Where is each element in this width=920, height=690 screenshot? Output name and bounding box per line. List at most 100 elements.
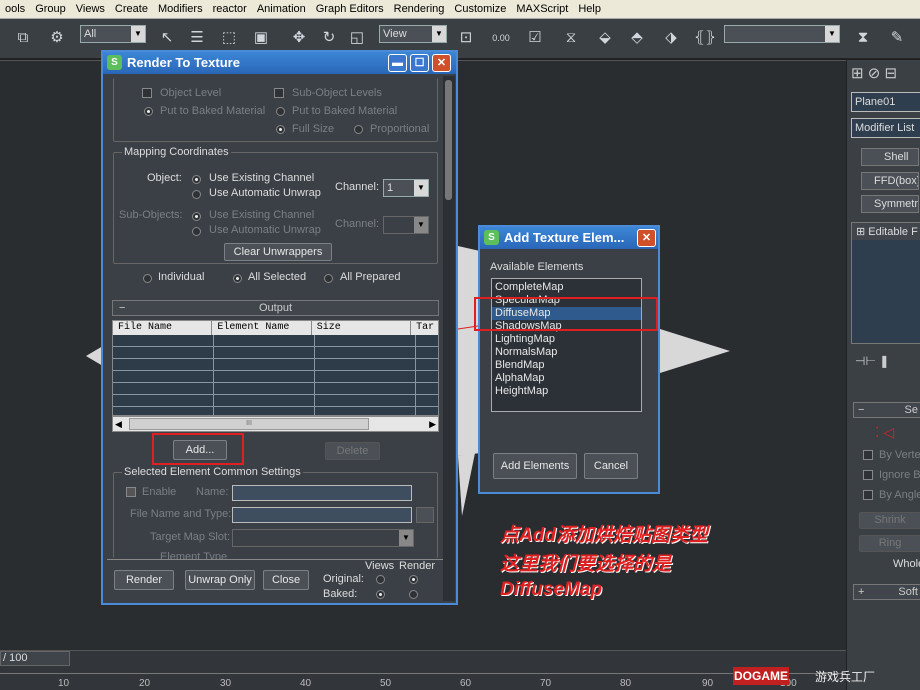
table-hscrollbar[interactable]: ◀ III ▶ [112,416,439,432]
list-item[interactable]: BlendMap [492,359,641,372]
schematic-icon[interactable]: ⦃⦄ [694,27,716,49]
close-button[interactable]: Close [263,570,309,590]
channel-dropdown[interactable]: 1 ▼ [383,179,429,197]
views-baked-radio[interactable] [376,590,385,599]
output-rollout-header[interactable]: − Output [112,300,439,316]
spinner-snap-icon[interactable]: 0.00 [490,27,512,49]
unwrap-only-button[interactable]: Unwrap Only [185,570,255,590]
sub-put-to-baked-radio[interactable] [276,107,285,116]
menu-group[interactable]: Group [30,3,71,15]
enable-checkbox[interactable] [126,487,136,497]
material-editor-icon[interactable]: ⧗ [852,27,874,49]
pin-stack-icon[interactable]: ⊣⊢ ❚ [855,354,889,368]
col-file-name[interactable]: File Name [113,321,213,335]
menu-rendering[interactable]: Rendering [389,3,450,15]
scrollbar-thumb[interactable] [445,80,452,200]
output-table[interactable]: File Name Element Name Size Tar [112,320,439,416]
list-item[interactable]: HeightMap [492,385,641,398]
col-size[interactable]: Size [312,321,412,335]
named-selection-dropdown[interactable]: ▼ [724,25,840,43]
menu-customize[interactable]: Customize [449,3,511,15]
symmetry-modifier-button[interactable]: Symmetry [861,195,919,213]
all-prepared-radio[interactable] [324,274,333,283]
put-to-baked-radio[interactable] [144,107,153,116]
col-element-name[interactable]: Element Name [212,321,312,335]
dialog-title-bar[interactable]: S Render To Texture ▬ ☐ ✕ [103,52,456,74]
all-selected-radio[interactable] [233,274,242,283]
sub-use-automatic-radio[interactable] [192,227,201,236]
delete-element-button[interactable]: Delete [325,442,380,460]
list-item[interactable]: CompleteMap [492,281,641,294]
dialog-scrollbar[interactable] [443,76,455,601]
window-crossing-icon[interactable]: ▣ [250,27,272,49]
menu-maxscript[interactable]: MAXScript [511,3,573,15]
render-original-radio[interactable] [409,575,418,584]
menu-tools[interactable]: ools [0,3,30,15]
sub-object-levels-checkbox[interactable] [274,88,284,98]
close-icon[interactable]: ✕ [637,229,656,247]
by-angle-checkbox[interactable] [863,490,873,500]
vertex-level-icon[interactable]: ⁚ ◁ [875,424,894,441]
ring-button[interactable]: Ring [859,535,920,552]
selection-filter-dropdown[interactable]: All ▼ [80,25,146,43]
shrink-button[interactable]: Shrink [859,512,920,529]
close-icon[interactable]: ✕ [432,54,451,72]
clear-unwrappers-button[interactable]: Clear Unwrappers [224,243,332,261]
object-name-field[interactable]: Plane01 [851,92,920,112]
sub-use-existing-radio[interactable] [192,212,201,221]
pivot-icon[interactable]: ⊡ [455,27,477,49]
file-name-type-input[interactable] [232,507,412,523]
object-level-checkbox[interactable] [142,88,152,98]
use-existing-channel-radio[interactable] [192,175,201,184]
full-size-radio[interactable] [276,125,285,134]
add-dialog-title-bar[interactable]: S Add Texture Elem... ✕ [480,227,658,249]
shell-modifier-button[interactable]: Shell [861,148,919,166]
mirror-icon[interactable]: ⧖ [560,27,582,49]
list-item[interactable]: LightingMap [492,333,641,346]
individual-radio[interactable] [143,274,152,283]
use-automatic-unwrap-radio[interactable] [192,190,201,199]
cancel-button[interactable]: Cancel [584,453,638,479]
move-icon[interactable]: ✥ [288,27,310,49]
list-item[interactable]: NormalsMap [492,346,641,359]
browse-file-button[interactable] [416,507,434,523]
sub-channel-dropdown[interactable]: ▼ [383,216,429,234]
menu-graph-editors[interactable]: Graph Editors [311,3,389,15]
align-icon[interactable]: ⬙ [594,27,616,49]
rect-selection-icon[interactable]: ⬚ [218,27,240,49]
layer-manager-icon[interactable]: ⬘ [626,27,648,49]
edit-named-selection-icon[interactable]: ☑ [524,27,546,49]
rotate-icon[interactable]: ↻ [318,27,340,49]
add-elements-button[interactable]: Add Elements [493,453,577,479]
select-by-name-icon[interactable]: ☰ [186,27,208,49]
ignore-backfacing-checkbox[interactable] [863,470,873,480]
reference-coord-dropdown[interactable]: View ▼ [379,25,447,43]
stack-item-editable[interactable]: ⊞ Editable F [852,223,920,240]
scroll-left-icon[interactable]: ◀ [115,417,122,431]
menu-help[interactable]: Help [573,3,606,15]
menu-create[interactable]: Create [110,3,153,15]
scale-icon[interactable]: ◱ [346,27,368,49]
proportional-radio[interactable] [354,125,363,134]
menu-views[interactable]: Views [71,3,110,15]
ffd-box-modifier-button[interactable]: FFD(box) [861,172,919,190]
create-tab-icon[interactable]: ⊞ ⊘ ⊟ [851,64,897,82]
soft-selection-rollout[interactable]: + Soft [853,584,920,600]
select-link-icon[interactable]: ⧉ [12,27,34,49]
render-button[interactable]: Render [114,570,174,590]
element-name-input[interactable] [232,485,412,501]
menu-reactor[interactable]: reactor [208,3,252,15]
col-target[interactable]: Tar [411,321,438,335]
menu-animation[interactable]: Animation [252,3,311,15]
modifier-list-dropdown[interactable]: Modifier List [851,118,920,138]
curve-editor-icon[interactable]: ⬗ [660,27,682,49]
views-original-radio[interactable] [376,575,385,584]
menu-modifiers[interactable]: Modifiers [153,3,208,15]
maximize-icon[interactable]: ☐ [410,54,429,72]
hscroll-thumb[interactable]: III [129,418,369,430]
render-baked-radio[interactable] [409,590,418,599]
selection-rollout[interactable]: − Se [853,402,920,418]
by-vertex-checkbox[interactable] [863,450,873,460]
modifier-stack[interactable]: ⊞ Editable F [851,222,920,344]
time-slider[interactable]: / 100 [0,651,70,666]
